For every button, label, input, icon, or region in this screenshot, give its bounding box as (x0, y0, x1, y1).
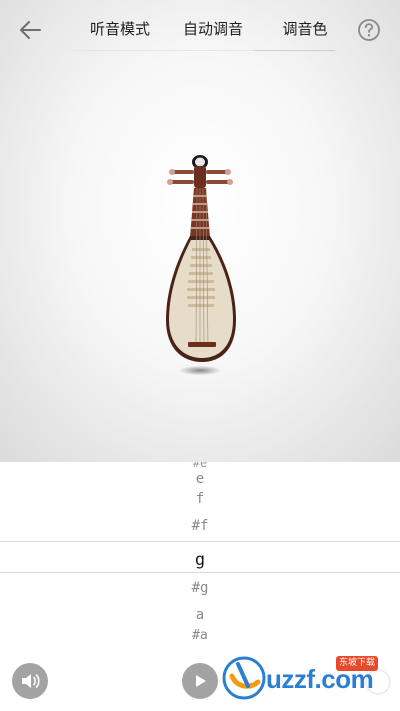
play-icon (196, 675, 206, 687)
speaker-icon (22, 674, 40, 688)
help-button[interactable] (356, 17, 384, 45)
instrument-shadow (180, 366, 220, 375)
arrow-left-icon (20, 21, 41, 39)
tab-tone[interactable]: 调音色 (253, 18, 357, 44)
note-item[interactable]: f (0, 491, 400, 507)
note-item[interactable]: #e (0, 462, 400, 470)
note-item[interactable]: e (0, 471, 400, 487)
question-circle-icon (358, 19, 380, 41)
sound-button[interactable] (12, 663, 48, 699)
selected-note[interactable]: g (0, 550, 400, 570)
note-item[interactable]: #a (0, 628, 400, 643)
active-tab-indicator (255, 50, 335, 51)
watermark-badge: 东坡下载 (336, 656, 379, 671)
note-item[interactable]: #f (0, 518, 400, 534)
selection-top-line (0, 541, 400, 542)
pipa-icon (166, 155, 236, 362)
back-button[interactable] (14, 16, 46, 44)
note-item[interactable]: a (0, 607, 400, 623)
note-item[interactable]: #g (0, 580, 400, 596)
top-bar: 听音模式 自动调音 调音色 (0, 0, 400, 58)
play-button[interactable] (182, 663, 218, 699)
tab-auto-tune[interactable]: 自动调音 (163, 18, 263, 44)
tab-divider (70, 50, 256, 51)
tab-listen-mode[interactable]: 听音模式 (70, 18, 170, 44)
selection-bottom-line (0, 572, 400, 573)
